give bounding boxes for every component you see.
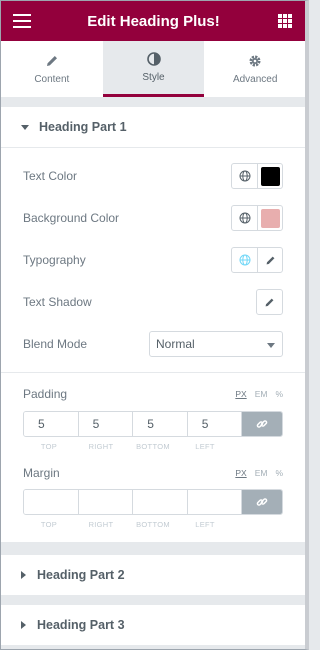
- unit-percent[interactable]: %: [275, 389, 283, 399]
- unit-px[interactable]: PX: [235, 389, 246, 399]
- editor-panel: Edit Heading Plus! Content Style Advance…: [0, 0, 309, 650]
- pencil-icon: [266, 256, 274, 264]
- global-typography-button[interactable]: [232, 248, 257, 272]
- globe-icon: [239, 170, 250, 182]
- unit-em[interactable]: EM: [255, 389, 268, 399]
- text-color-control: Text Color: [23, 163, 283, 189]
- text-color-picker[interactable]: [257, 164, 282, 188]
- padding-bottom-input[interactable]: 5: [133, 412, 188, 436]
- blend-mode-value: Normal: [156, 337, 195, 351]
- margin-top-input[interactable]: [24, 490, 79, 514]
- tab-advanced[interactable]: Advanced: [204, 41, 305, 97]
- global-colors-button[interactable]: [232, 164, 257, 188]
- section-heading-part-3[interactable]: Heading Part 3: [1, 605, 305, 645]
- tab-style[interactable]: Style: [102, 41, 205, 97]
- hamburger-menu-icon[interactable]: [13, 14, 31, 28]
- tab-content-label: Content: [34, 73, 70, 85]
- tab-content[interactable]: Content: [1, 41, 103, 97]
- unit-percent[interactable]: %: [275, 468, 283, 478]
- typography-control: Typography: [23, 247, 283, 273]
- control-label: Blend Mode: [23, 337, 88, 351]
- globe-icon: [239, 212, 250, 224]
- section-body-part-1: Text Color Background Color Typography T…: [1, 147, 305, 542]
- control-label: Typography: [23, 253, 86, 267]
- control-label: Margin: [23, 466, 60, 480]
- contrast-icon: [146, 52, 161, 66]
- margin-side-labels: TOP RIGHT BOTTOM LEFT: [23, 520, 231, 529]
- unit-em[interactable]: EM: [255, 468, 268, 478]
- control-label: Background Color: [23, 211, 120, 225]
- pencil-icon: [46, 55, 57, 66]
- caret-down-icon: [21, 120, 29, 134]
- section-title: Heading Part 3: [37, 618, 125, 632]
- globe-icon: [239, 254, 250, 266]
- blend-mode-control: Blend Mode Normal: [23, 331, 283, 357]
- link-icon: [256, 498, 268, 506]
- padding-inputs: 5 5 5 5: [23, 411, 283, 437]
- side-label: TOP: [40, 442, 58, 451]
- padding-right-input[interactable]: 5: [78, 412, 134, 436]
- tab-advanced-label: Advanced: [232, 73, 278, 85]
- padding-control-header: Padding PX EM %: [23, 382, 283, 406]
- section-heading-part-2[interactable]: Heading Part 2: [1, 555, 305, 595]
- caret-right-icon: [21, 618, 27, 632]
- divider: [1, 372, 305, 373]
- side-label: LEFT: [195, 520, 215, 529]
- margin-left-input[interactable]: [187, 490, 243, 514]
- background-color-picker[interactable]: [257, 206, 282, 230]
- side-label: RIGHT: [88, 520, 114, 529]
- link-values-button[interactable]: [242, 412, 282, 436]
- edit-text-shadow-button[interactable]: [257, 290, 282, 314]
- tab-style-label: Style: [142, 72, 165, 83]
- gear-icon: [249, 55, 261, 66]
- edit-typography-button[interactable]: [257, 248, 282, 272]
- control-label: Text Shadow: [23, 295, 92, 309]
- control-label: Text Color: [23, 169, 78, 183]
- panel-header: Edit Heading Plus!: [1, 1, 305, 41]
- chevron-down-icon: [267, 343, 275, 348]
- section-heading-part-1[interactable]: Heading Part 1: [1, 107, 305, 147]
- background-color-swatch: [260, 208, 280, 228]
- panel-title: Edit Heading Plus!: [87, 12, 220, 30]
- background-color-control: Background Color: [23, 205, 283, 231]
- side-label: BOTTOM: [136, 442, 170, 451]
- side-label: LEFT: [195, 442, 215, 451]
- margin-right-input[interactable]: [78, 490, 134, 514]
- unit-px[interactable]: PX: [235, 468, 246, 478]
- margin-bottom-input[interactable]: [133, 490, 188, 514]
- margin-control-header: Margin PX EM %: [23, 461, 283, 485]
- link-icon: [256, 420, 268, 428]
- link-values-button[interactable]: [242, 490, 282, 514]
- panel-tabs: Content Style Advanced: [1, 41, 305, 97]
- control-label: Padding: [23, 387, 68, 401]
- side-label: TOP: [40, 520, 58, 529]
- padding-left-input[interactable]: 5: [187, 412, 243, 436]
- side-label: BOTTOM: [136, 520, 170, 529]
- margin-inputs: [23, 489, 283, 515]
- caret-right-icon: [21, 568, 27, 582]
- padding-side-labels: TOP RIGHT BOTTOM LEFT: [23, 442, 231, 451]
- side-label: RIGHT: [88, 442, 114, 451]
- section-title: Heading Part 1: [39, 120, 127, 134]
- widgets-grid-icon[interactable]: [278, 14, 292, 28]
- text-color-swatch: [260, 166, 280, 186]
- section-title: Heading Part 2: [37, 568, 125, 582]
- text-shadow-control: Text Shadow: [23, 289, 283, 315]
- padding-top-input[interactable]: 5: [24, 412, 79, 436]
- pencil-icon: [265, 298, 274, 306]
- blend-mode-select[interactable]: Normal: [149, 331, 283, 357]
- global-colors-button[interactable]: [232, 206, 257, 230]
